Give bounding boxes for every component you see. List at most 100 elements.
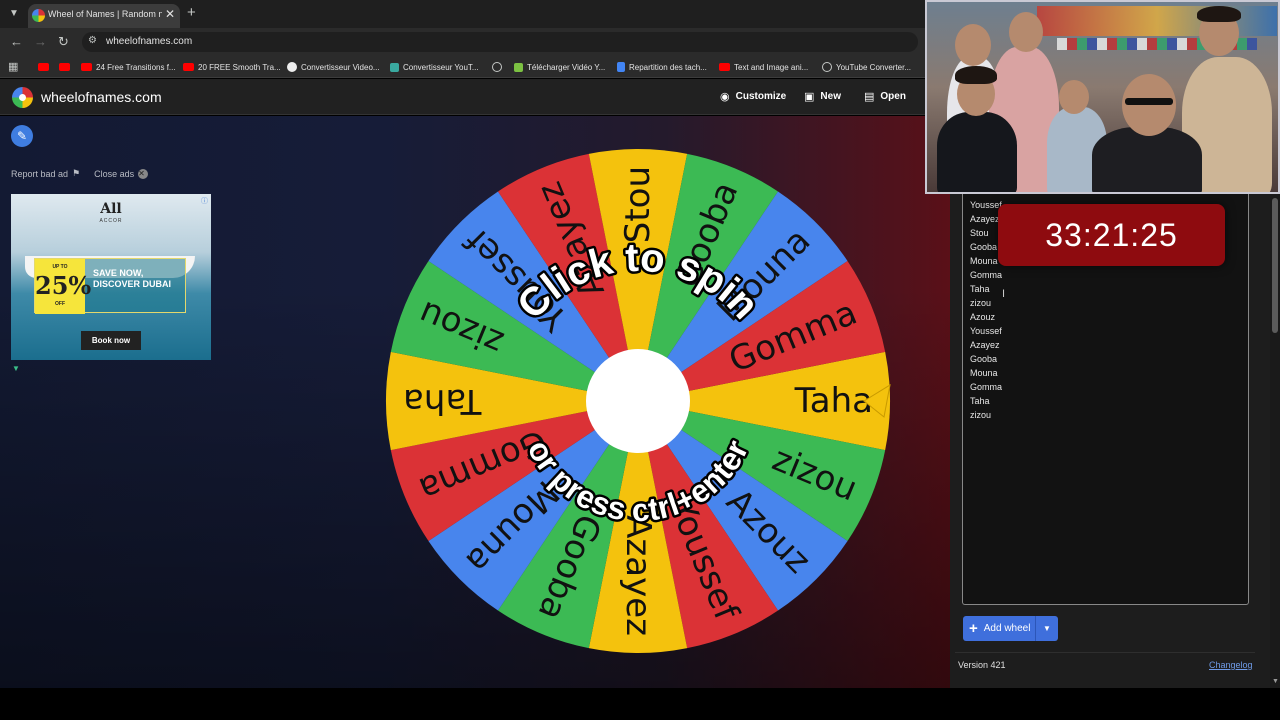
bookmark-item[interactable]: Text and Image ani... [719,60,808,74]
add-wheel-dropdown-icon[interactable]: ▼ [1035,616,1058,641]
url-text: wheelofnames.com [106,36,193,47]
reload-icon[interactable]: ↻ [58,34,69,50]
wheel-segment-label: Stou [618,166,658,243]
youtube-icon [38,63,49,71]
webcam-hair [1197,6,1241,22]
browser-tab-bar: ▼ Wheel of Names | Random nam ✕ + [0,0,925,28]
wheel-center[interactable] [586,349,690,453]
adchoices-icon[interactable]: ▼ [12,364,20,373]
webcam-head [1009,12,1043,52]
entry-line: Azouz [970,312,996,322]
new-file-icon: ▣ [804,91,815,103]
ad-promo-box: UP TO 25% OFF SAVE NOW, DISCOVER DUBAI [34,258,186,314]
ad-brand-sub: ACCOR [99,218,123,224]
add-wheel-main[interactable]: + Add wheel [963,616,1035,641]
youtube-icon [183,63,194,71]
wheel-segment-label: Azayez [618,515,658,636]
entry-line: Mouna [970,368,998,378]
webcam-head [955,24,991,66]
entry-line: Gooba [970,354,998,364]
palette-icon: ◉ [720,91,730,103]
entry-line: Taha [970,284,990,294]
new-tab-plus-icon[interactable]: + [187,4,196,21]
wheel-segment-label: Taha [794,381,873,421]
wheel-logo-icon[interactable] [12,87,33,108]
entry-line: Taha [970,396,990,406]
converter-icon [390,62,399,72]
edit-pencil-icon[interactable]: ✎ [11,125,33,147]
stream-timer: 33:21:25 [998,204,1225,266]
ad-book-now-button[interactable]: Book now [81,331,141,350]
apps-grid-icon[interactable]: ▦ [8,60,18,73]
entry-line: zizou [970,298,992,308]
youtube-icon [719,63,730,71]
scroll-down-icon[interactable]: ▼ [1272,678,1279,685]
new-button[interactable]: ▣ New [804,90,841,103]
forward-arrow-icon[interactable]: → [34,34,47,49]
bookmark-item[interactable] [492,60,506,74]
webcam-person [937,112,1017,192]
plus-icon: + [969,620,978,637]
entry-line: zizou [970,410,992,420]
spin-wheel[interactable]: Taha zizou Azouz Youssef Azayez Gooba Mouna Gom… [385,148,891,654]
flag-icon: ⚑ [72,168,81,178]
browser-toolbar: ← → ↻ ⚙ wheelofnames.com [0,28,925,56]
divider [955,652,1255,653]
browser-tab[interactable]: Wheel of Names | Random nam ✕ [28,4,180,28]
ad-discount: UP TO 25% OFF [35,259,91,314]
ad-brand-logo: All [100,201,122,217]
entry-line: Gomma [970,382,1003,392]
scrollbar-thumb[interactable] [1272,198,1278,333]
sunglasses-icon [1125,98,1173,105]
version-label: Version 421 [958,660,1006,670]
tab-close-icon[interactable]: ✕ [165,7,175,21]
wheel-favicon-icon [32,9,45,22]
bookmark-item[interactable]: Convertisseur Video... [287,60,380,74]
download-icon [514,62,523,72]
globe-icon [822,62,832,72]
bookmarks-bar: ▦ 24 Free Transitions f... 20 FREE Smoot… [0,56,925,78]
site-name[interactable]: wheelofnames.com [41,89,162,105]
changelog-link[interactable]: Changelog [1209,660,1253,670]
bookmark-item[interactable]: Télécharger Vidéo Y... [514,60,605,74]
wheel-graphic[interactable]: TahazizouAzouzYoussefAzayezGoobaMounaGom… [385,148,891,654]
google-icon [287,62,297,72]
report-bad-ad-link[interactable]: Report bad ad ⚑ [11,168,80,179]
webcam-streamer-head [1122,74,1176,136]
address-bar[interactable]: ⚙ wheelofnames.com [82,32,918,52]
webcam-streamer [1092,127,1202,192]
tab-title: Wheel of Names | Random nam [48,9,162,19]
webcam-hair [955,66,997,84]
ad-headline: SAVE NOW, DISCOVER DUBAI [93,268,172,289]
bookmark-item[interactable]: YouTube Converter... [822,60,911,74]
folder-icon: ▤ [864,91,875,103]
youtube-icon [81,63,92,71]
youtube-icon [59,63,70,71]
open-button[interactable]: ▤ Open [864,90,906,103]
globe-icon [492,62,502,72]
wheel-segment-label: Taha [403,381,482,421]
advertisement-banner[interactable]: ⓘ All ACCOR UP TO 25% OFF SAVE NOW, DISC… [11,194,211,360]
doc-icon [617,62,625,72]
close-icon: ✕ [138,168,149,179]
close-ads-link[interactable]: Close ads ✕ [94,168,149,179]
add-wheel-button[interactable]: + Add wheel ▼ [963,616,1058,641]
text-cursor-icon: I [1002,288,1006,300]
back-arrow-icon[interactable]: ← [10,34,23,49]
bookmark-item[interactable] [38,60,53,74]
bookmark-item[interactable]: 20 FREE Smooth Tra... [183,60,281,74]
ad-links: Report bad ad ⚑ Close ads ✕ [11,168,149,179]
bookmark-item[interactable] [59,60,74,74]
entry-line: Youssef [970,326,1002,336]
customize-button[interactable]: ◉ Customize [720,90,786,103]
bookmark-item[interactable]: Repartition des tach... [617,60,707,74]
webcam-head [1059,80,1089,114]
entry-line: Azayez [970,340,1000,350]
bookmark-item[interactable]: 24 Free Transitions f... [81,60,176,74]
webcam-overlay [925,0,1280,194]
entry-line: Gomma [970,270,1003,280]
bookmark-item[interactable]: Convertisseur YouT... [390,60,479,74]
tab-search-chevron-icon[interactable]: ▼ [6,6,22,22]
site-header: wheelofnames.com ◉ Customize ▣ New ▤ Ope… [0,79,925,115]
site-settings-icon[interactable]: ⚙ [88,35,97,46]
